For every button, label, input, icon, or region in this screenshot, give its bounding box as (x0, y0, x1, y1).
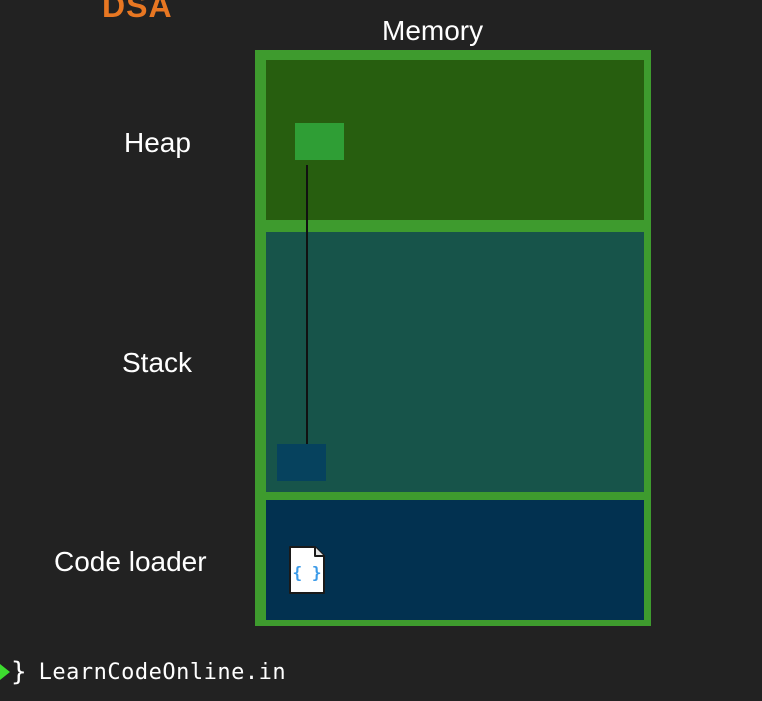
dsa-logo-text: DSA (102, 0, 173, 24)
heap-object-block (295, 123, 344, 160)
memory-title: Memory (382, 15, 484, 46)
code-loader-label: Code loader (54, 546, 207, 577)
stack-label: Stack (122, 347, 193, 378)
footer-brace: } (11, 657, 27, 687)
reference-pointer-line (306, 165, 308, 446)
footer-brand: } LearnCodeOnline.in (0, 656, 286, 688)
play-arrow-icon (0, 664, 10, 680)
footer-site-name: LearnCodeOnline.in (38, 659, 287, 685)
file-code-braces: { } (293, 563, 322, 582)
file-code-icon: { } (289, 546, 325, 594)
stack-reference-block (277, 444, 326, 481)
heap-label: Heap (124, 127, 191, 158)
memory-diagram: { } (255, 50, 651, 626)
